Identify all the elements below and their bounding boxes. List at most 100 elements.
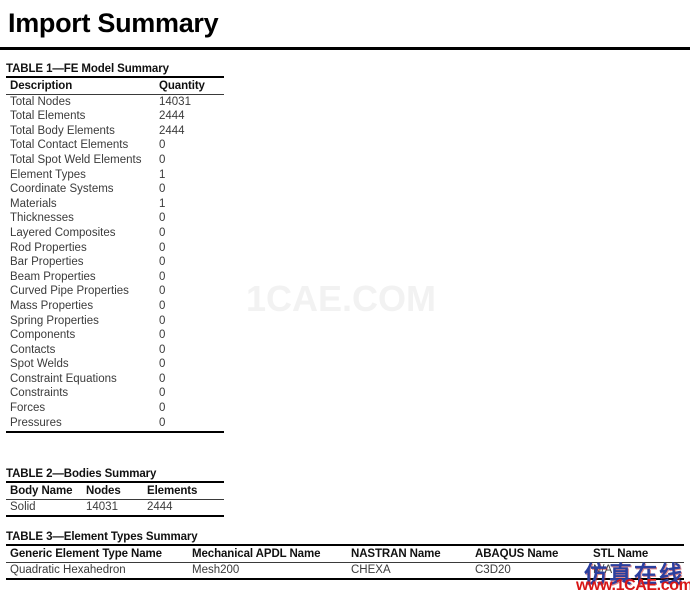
table1-cell-description: Total Body Elements xyxy=(10,124,115,137)
table3-cell-generic-element-type-name: Quadratic Hexahedron xyxy=(10,564,126,576)
table2-body: Solid 14031 2444 xyxy=(6,500,224,516)
table3-cell-nastran-name: CHEXA xyxy=(351,564,391,576)
table3-col-stl-name: STL Name xyxy=(593,548,649,560)
table2: Body Name Nodes Elements Solid 14031 244… xyxy=(6,483,224,515)
table3-caption: TABLE 3—Element Types Summary xyxy=(6,531,198,543)
table1-cell-quantity: 14031 xyxy=(159,95,191,108)
table1-cell-description: Constraints xyxy=(10,387,69,400)
table1-cell-quantity: 0 xyxy=(159,387,166,400)
table1-col-description: Description xyxy=(10,80,73,92)
table1-cell-description: Mass Properties xyxy=(10,299,94,312)
table2-cell-elements: 2444 xyxy=(147,501,173,513)
table1-cell-quantity: 0 xyxy=(159,241,166,254)
table1-cell-description: Components xyxy=(10,329,76,342)
table2-cell-nodes: 14031 xyxy=(86,501,118,513)
table1-cell-quantity: 0 xyxy=(159,256,166,269)
table3: Generic Element Type Name Mechanical APD… xyxy=(6,546,684,578)
table1-cell-quantity: 0 xyxy=(159,270,166,283)
table-row: Curved Pipe Properties 0 xyxy=(6,285,224,300)
table-row: Spring Properties 0 xyxy=(6,314,224,329)
table-row: Quadratic Hexahedron Mesh200 CHEXA C3D20… xyxy=(6,563,684,579)
table1-cell-description: Pressures xyxy=(10,416,62,429)
table-row: Total Spot Weld Elements 0 xyxy=(6,153,224,168)
element-types-summary-table-block: TABLE 3—Element Types Summary Generic El… xyxy=(6,531,684,581)
table1-cell-quantity: 0 xyxy=(159,343,166,356)
table-row: Pressures 0 xyxy=(6,416,224,431)
table1-header-row: Description Quantity xyxy=(6,78,224,95)
table-row: Element Types 1 xyxy=(6,168,224,183)
table3-col-abaqus-name: ABAQUS Name xyxy=(475,548,559,560)
table-row: Coordinate Systems 0 xyxy=(6,183,224,198)
table1-cell-quantity: 0 xyxy=(159,358,166,371)
table3-col-generic-element-type-name: Generic Element Type Name xyxy=(10,548,162,560)
table1-cell-quantity: 0 xyxy=(159,416,166,429)
table1-cell-description: Total Elements xyxy=(10,110,86,123)
table1-cell-quantity: 0 xyxy=(159,285,166,298)
table1-cell-description: Element Types xyxy=(10,168,86,181)
import-summary-page: Import Summary 1CAE.COM TABLE 1—FE Model… xyxy=(0,0,690,597)
table2-bottom-rule xyxy=(6,515,224,518)
table1-cell-quantity: 0 xyxy=(159,372,166,385)
table2-col-nodes: Nodes xyxy=(86,485,121,497)
table3-bottom-rule xyxy=(6,578,684,581)
title-divider xyxy=(0,47,690,50)
table-row: Total Contact Elements 0 xyxy=(6,139,224,154)
table1-cell-description: Layered Composites xyxy=(10,226,116,239)
bodies-summary-table-block: TABLE 2—Bodies Summary Body Name Nodes E… xyxy=(6,468,224,518)
table-row: Total Body Elements 2444 xyxy=(6,124,224,139)
table2-header-row: Body Name Nodes Elements xyxy=(6,483,224,500)
table1-col-quantity: Quantity xyxy=(159,80,205,92)
table-row: Rod Properties 0 xyxy=(6,241,224,256)
table1-cell-quantity: 0 xyxy=(159,329,166,342)
table1-cell-description: Contacts xyxy=(10,343,56,356)
table1-cell-description: Thicknesses xyxy=(10,212,74,225)
table-row: Constraint Equations 0 xyxy=(6,372,224,387)
table1-cell-quantity: 0 xyxy=(159,402,166,415)
table2-col-elements: Elements xyxy=(147,485,198,497)
table1-cell-quantity: 0 xyxy=(159,212,166,225)
table1-cell-description: Total Nodes xyxy=(10,95,71,108)
table-row: Solid 14031 2444 xyxy=(6,500,224,516)
table1: Description Quantity Total Nodes 14031 To… xyxy=(6,78,224,431)
table1-cell-description: Total Spot Weld Elements xyxy=(10,153,142,166)
table1-cell-description: Constraint Equations xyxy=(10,372,117,385)
table-row: Components 0 xyxy=(6,329,224,344)
table1-cell-quantity: 2444 xyxy=(159,110,185,123)
table3-col-mechanical-apdl-name: Mechanical APDL Name xyxy=(192,548,321,560)
table3-body: Quadratic Hexahedron Mesh200 CHEXA C3D20… xyxy=(6,563,684,579)
table1-cell-quantity: 0 xyxy=(159,314,166,327)
table-row: Bar Properties 0 xyxy=(6,256,224,271)
table1-cell-quantity: 0 xyxy=(159,299,166,312)
table1-cell-description: Spot Welds xyxy=(10,358,69,371)
table-row: Contacts 0 xyxy=(6,343,224,358)
table1-cell-description: Curved Pipe Properties xyxy=(10,285,129,298)
watermark-center: 1CAE.COM xyxy=(246,278,437,319)
table3-cell-mechanical-apdl-name: Mesh200 xyxy=(192,564,240,576)
table-row: Materials 1 xyxy=(6,197,224,212)
table1-cell-description: Forces xyxy=(10,402,46,415)
fe-model-summary-table-block: TABLE 1—FE Model Summary Description Qua… xyxy=(6,63,224,433)
table2-caption: TABLE 2—Bodies Summary xyxy=(6,468,157,480)
table1-cell-quantity: 1 xyxy=(159,168,166,181)
page-title: Import Summary xyxy=(8,8,219,38)
table1-cell-description: Total Contact Elements xyxy=(10,139,129,152)
table2-cell-body-name: Solid xyxy=(10,501,36,513)
table1-cell-quantity: 0 xyxy=(159,183,166,196)
table-row: Total Nodes 14031 xyxy=(6,95,224,110)
table1-cell-description: Coordinate Systems xyxy=(10,183,114,196)
table1-body: Total Nodes 14031 Total Elements 2444 Tota… xyxy=(6,95,224,431)
table1-cell-quantity: 0 xyxy=(159,139,166,152)
table-row: Total Elements 2444 xyxy=(6,110,224,125)
table-row: Thicknesses 0 xyxy=(6,212,224,227)
table2-col-body-name: Body Name xyxy=(10,485,73,497)
table1-cell-description: Beam Properties xyxy=(10,270,96,283)
table-row: Spot Welds 0 xyxy=(6,358,224,373)
table3-cell-stl-name: N/A xyxy=(593,564,613,576)
table-row: Mass Properties 0 xyxy=(6,299,224,314)
table1-cell-quantity: 0 xyxy=(159,153,166,166)
table1-cell-quantity: 2444 xyxy=(159,124,185,137)
table1-caption: TABLE 1—FE Model Summary xyxy=(6,63,169,75)
table1-cell-description: Rod Properties xyxy=(10,241,87,254)
table1-cell-description: Bar Properties xyxy=(10,256,84,269)
table1-cell-description: Materials xyxy=(10,197,57,210)
